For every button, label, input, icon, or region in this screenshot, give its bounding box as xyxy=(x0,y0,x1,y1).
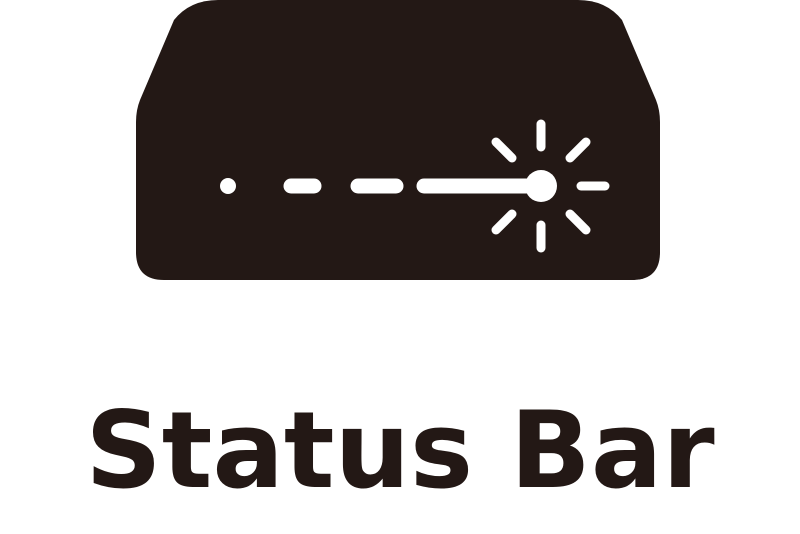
icon-caption: Status Bar xyxy=(85,389,715,512)
status-dot xyxy=(220,178,236,194)
status-bar-device-icon xyxy=(136,0,660,280)
device-body xyxy=(136,0,660,280)
indicator-light xyxy=(525,170,557,202)
